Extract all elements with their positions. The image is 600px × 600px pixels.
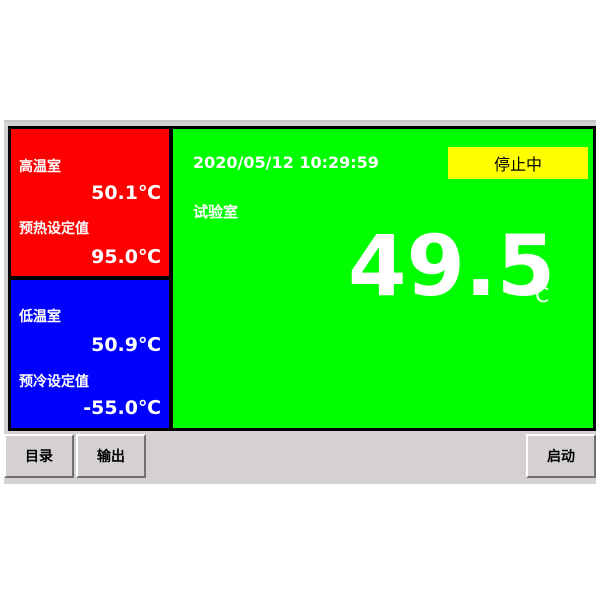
test-chamber-label: 试验室: [193, 203, 239, 221]
datetime-display: 2020/05/12 10:29:59: [193, 153, 379, 172]
test-chamber-temp: 49.5: [348, 217, 556, 315]
cold-chamber-temp: 50.9℃: [91, 334, 161, 356]
temp-unit: ℃: [527, 283, 550, 307]
hot-chamber-temp: 50.1℃: [91, 182, 161, 204]
precool-setpoint-label: 预冷设定值: [19, 374, 89, 390]
hmi-screen: 高温室 50.1℃ 预热设定值 95.0℃ 低温室 50.9℃ 预冷设定值 -5…: [4, 120, 596, 484]
cold-chamber-panel: 低温室 50.9℃ 预冷设定值 -55.0℃: [11, 280, 169, 428]
hot-chamber-panel: 高温室 50.1℃ 预热设定值 95.0℃: [11, 129, 169, 276]
hot-chamber-label: 高温室: [19, 159, 61, 175]
menu-button[interactable]: 目录: [4, 434, 74, 478]
preheat-setpoint-label: 预热设定值: [19, 221, 89, 237]
bottom-toolbar: 目录 输出 启动: [4, 434, 596, 484]
start-button[interactable]: 启动: [526, 434, 596, 478]
preheat-setpoint-value[interactable]: 95.0℃: [91, 246, 161, 268]
precool-setpoint-value[interactable]: -55.0℃: [83, 397, 161, 419]
output-button[interactable]: 输出: [76, 434, 146, 478]
status-badge: 停止中: [448, 147, 588, 179]
cold-chamber-label: 低温室: [19, 309, 61, 325]
panel-area: 高温室 50.1℃ 预热设定值 95.0℃ 低温室 50.9℃ 预冷设定值 -5…: [8, 126, 596, 431]
test-chamber-panel: 2020/05/12 10:29:59 停止中 试验室 49.5 ℃: [173, 129, 593, 428]
